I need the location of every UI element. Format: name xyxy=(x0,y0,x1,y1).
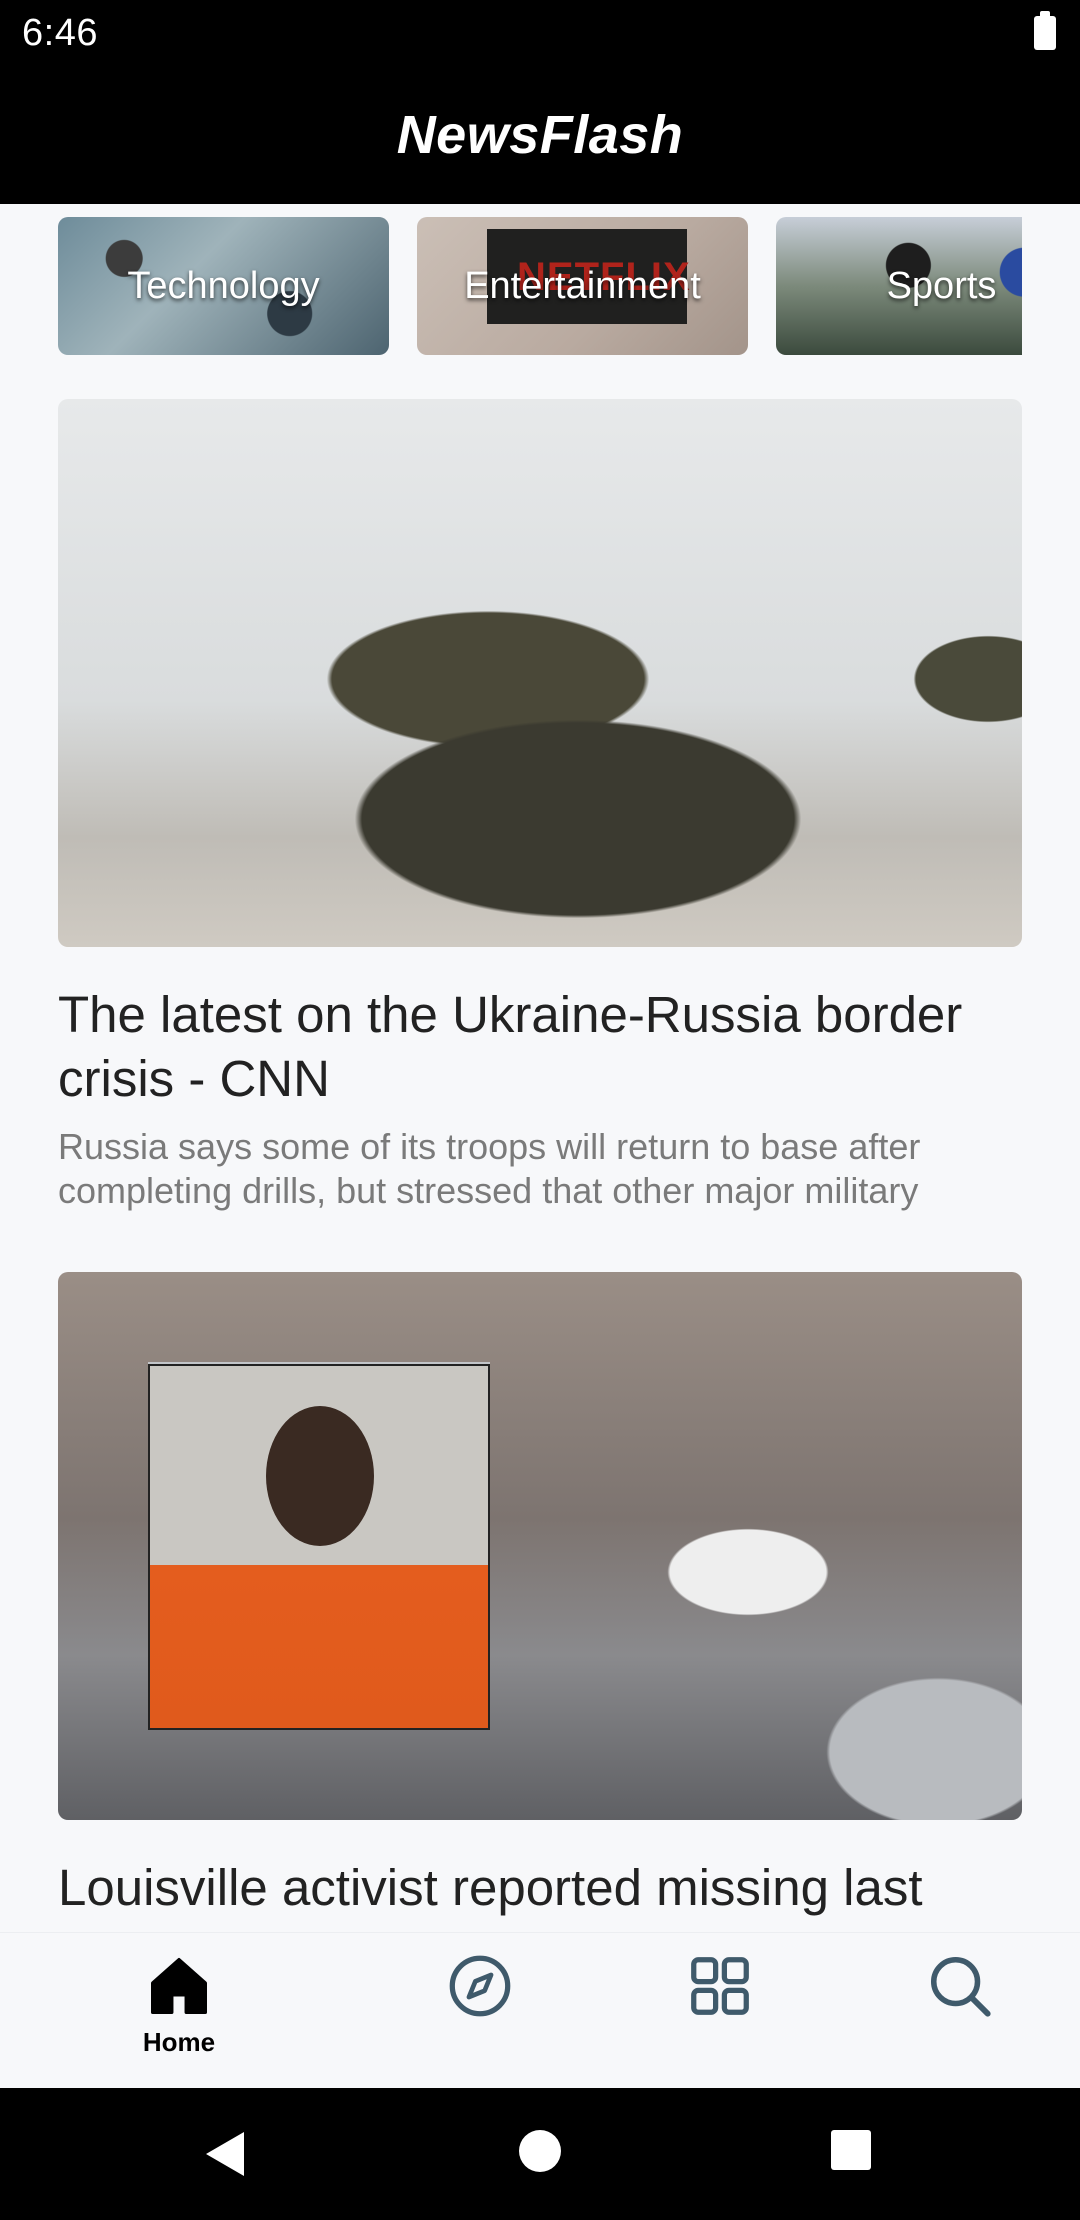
article-image[interactable] xyxy=(58,1272,1022,1820)
home-button-icon[interactable] xyxy=(517,2128,563,2174)
mugshot-photo xyxy=(148,1364,490,1730)
category-label: Technology xyxy=(127,264,320,307)
news-feed[interactable]: Technology NETFLIX Entertainment Sports … xyxy=(0,204,1080,1932)
recents-icon[interactable] xyxy=(829,2128,873,2172)
article-image[interactable] xyxy=(58,399,1022,947)
article-title[interactable]: Louisville activist reported missing las… xyxy=(58,1856,1022,1920)
back-icon[interactable] xyxy=(200,2128,252,2180)
grid-icon xyxy=(691,1957,749,2015)
nav-search[interactable] xyxy=(880,1951,1040,2071)
category-card-sports[interactable]: Sports xyxy=(776,217,1022,355)
status-bar: 6:46 xyxy=(0,0,1080,66)
compass-icon xyxy=(449,1955,511,2017)
category-label: Sports xyxy=(886,264,997,307)
category-carousel[interactable]: Technology NETFLIX Entertainment Sports xyxy=(58,217,1022,355)
status-time: 6:46 xyxy=(22,12,98,54)
home-icon xyxy=(151,1958,207,2014)
article-card[interactable]: The latest on the Ukraine-Russia border … xyxy=(58,399,1022,1213)
bottom-navigation: Home xyxy=(0,1932,1080,2088)
app-title: NewsFlash xyxy=(396,105,684,165)
nav-categories[interactable] xyxy=(640,1951,800,2071)
search-icon xyxy=(930,1956,991,2017)
category-card-technology[interactable]: Technology xyxy=(58,217,389,355)
category-card-entertainment[interactable]: NETFLIX Entertainment xyxy=(417,217,748,355)
system-navigation-bar xyxy=(0,2088,1080,2220)
nav-home-label: Home xyxy=(142,2027,216,2057)
article-title[interactable]: The latest on the Ukraine-Russia border … xyxy=(58,983,1022,1111)
article-card[interactable]: Louisville activist reported missing las… xyxy=(58,1272,1022,1920)
category-label: Entertainment xyxy=(464,264,701,307)
app-bar: NewsFlash xyxy=(0,66,1080,204)
battery-icon xyxy=(1034,11,1056,50)
nav-home[interactable]: Home xyxy=(99,1951,259,2071)
nav-explore[interactable] xyxy=(400,1951,560,2071)
article-description: Russia says some of its troops will retu… xyxy=(58,1126,921,1211)
